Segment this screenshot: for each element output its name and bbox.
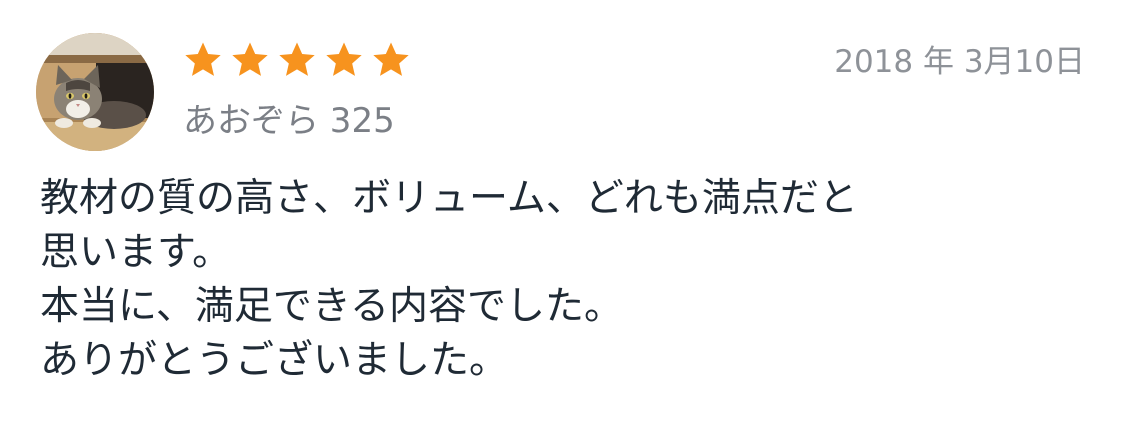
star-icon <box>324 40 364 84</box>
star-rating <box>183 40 411 84</box>
review-body-line: 教材の質の高さ、ボリューム、どれも満点だと <box>40 176 858 221</box>
star-icon <box>183 40 223 84</box>
review-body-line: 思います。 <box>40 230 232 275</box>
author-name[interactable]: あおぞら 325 <box>183 98 395 144</box>
review-body: 教材の質の高さ、ボリューム、どれも満点だと 思います。本当に、満足できる内容でした… <box>40 172 1080 388</box>
review-body-line: ありがとうございました。 <box>40 338 509 383</box>
star-icon <box>230 40 270 84</box>
cat-photo-icon <box>36 33 154 151</box>
review-card: あおぞら 325 2018 年 3月10日 教材の質の高さ、ボリューム、どれも満… <box>0 0 1125 428</box>
review-date: 2018 年 3月10日 <box>834 44 1085 80</box>
star-icon <box>371 40 411 84</box>
avatar[interactable] <box>36 33 154 151</box>
review-body-line: 本当に、満足できる内容でした。 <box>40 284 624 329</box>
star-icon <box>277 40 317 84</box>
